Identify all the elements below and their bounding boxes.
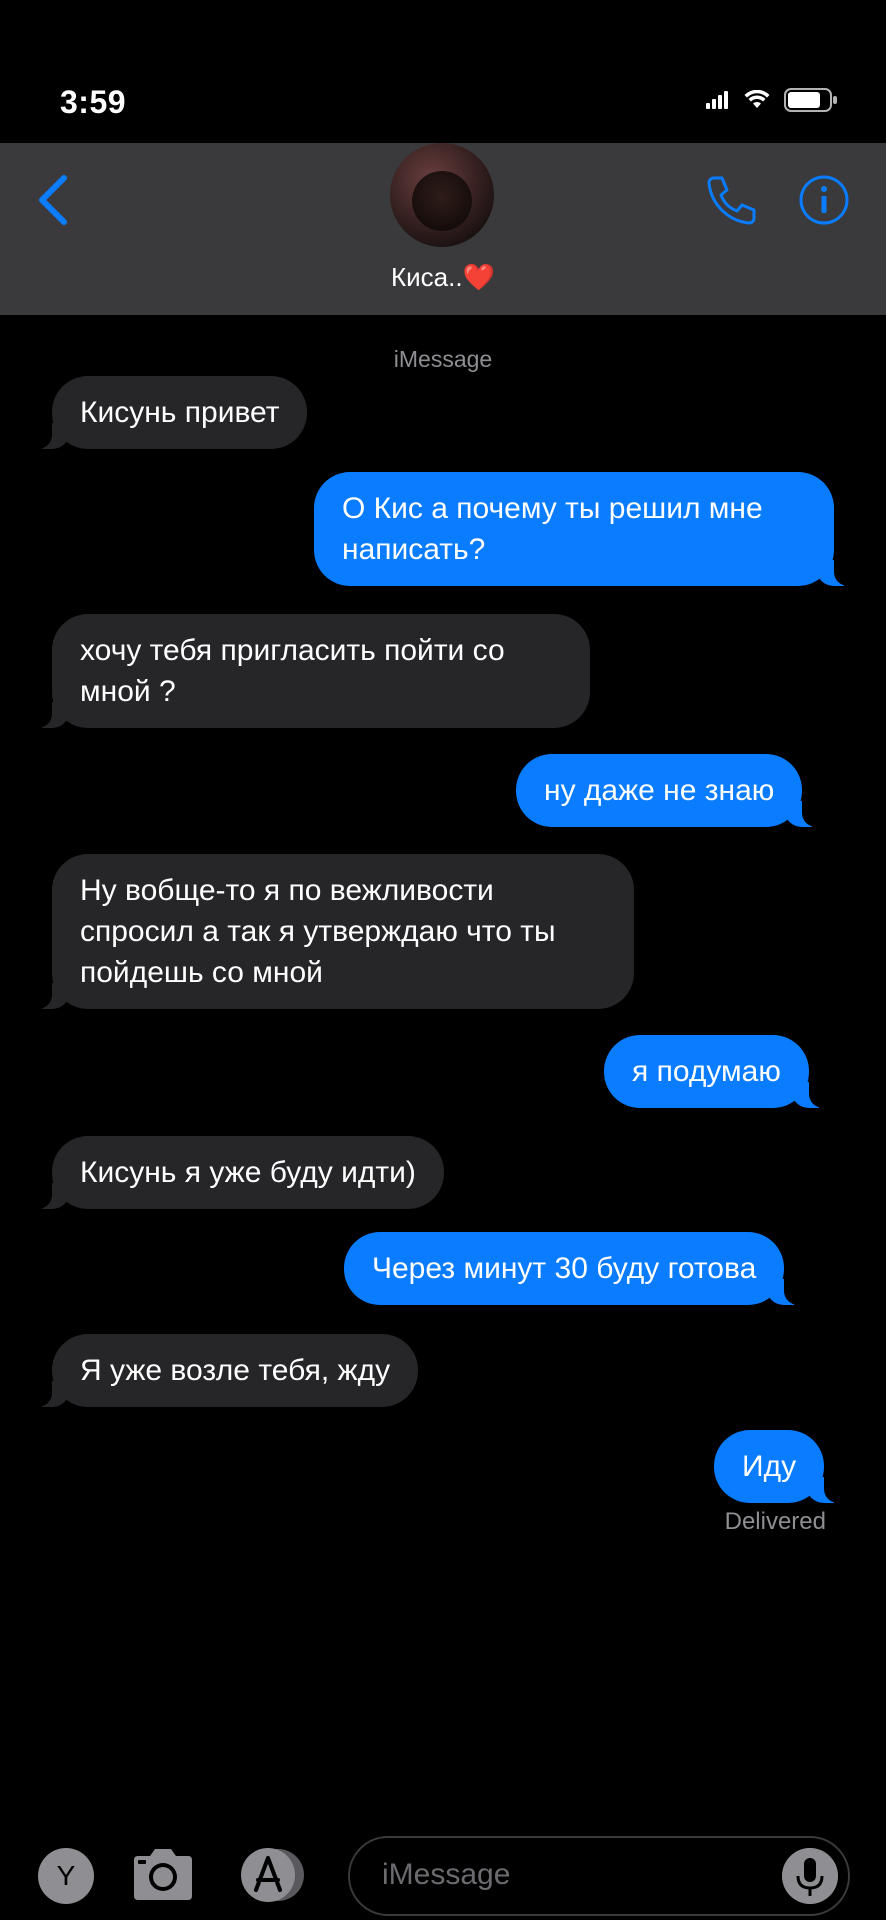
- signal-icon: [706, 91, 728, 109]
- info-icon[interactable]: [798, 174, 850, 226]
- message-input-placeholder: iMessage: [382, 1858, 511, 1891]
- app-drawer-button[interactable]: Y: [38, 1848, 94, 1904]
- microphone-icon[interactable]: [782, 1848, 838, 1904]
- service-label: iMessage: [393, 346, 493, 372]
- contact-name-text: Киса..: [391, 262, 463, 292]
- status-time: 3:59: [60, 84, 127, 120]
- camera-icon[interactable]: [130, 1846, 196, 1902]
- message-bubble[interactable]: Я уже возле тебя, жду: [27, 1334, 419, 1407]
- message-bubble[interactable]: я подумаю: [604, 1035, 833, 1108]
- message-bubble[interactable]: Иду: [714, 1430, 849, 1503]
- message-bubble[interactable]: Кисунь я уже буду идти): [28, 1136, 444, 1209]
- message-bubble[interactable]: ну даже не знаю: [516, 754, 827, 827]
- wifi-icon: [744, 90, 770, 108]
- contact-avatar[interactable]: [390, 143, 494, 247]
- message-bubble[interactable]: Кисунь привет: [27, 376, 308, 449]
- app-store-icon[interactable]: [238, 1846, 310, 1904]
- message-bubble[interactable]: О Кис а почему ты решил мне написать?: [314, 472, 858, 586]
- contact-name[interactable]: Киса..❤️: [0, 262, 886, 293]
- back-chevron-icon[interactable]: [30, 172, 74, 228]
- status-bar: 3:59: [0, 0, 886, 143]
- heart-emoji: ❤️: [462, 262, 495, 292]
- delivery-status: Delivered: [724, 1508, 826, 1535]
- message-bubble[interactable]: Через минут 30 буду готова: [344, 1232, 809, 1305]
- message-bubble[interactable]: Ну вобще-то я по вежливости спросил а та…: [28, 854, 634, 1009]
- battery-icon: [784, 88, 837, 112]
- message-bubble[interactable]: хочу тебя пригласить пойти со мной ?: [28, 614, 590, 728]
- message-input[interactable]: iMessage: [348, 1836, 850, 1916]
- status-icons: [706, 88, 838, 112]
- phone-icon[interactable]: [704, 172, 760, 228]
